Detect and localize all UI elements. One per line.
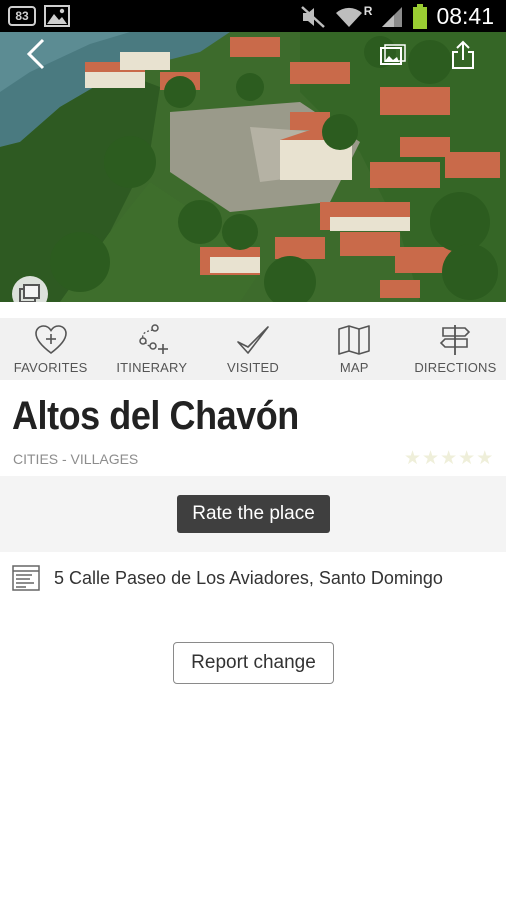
signal-bars-icon xyxy=(382,6,403,27)
rating-stars: ★ ★ ★ ★ ★ xyxy=(404,448,493,468)
address-text: 5 Calle Paseo de Los Aviadores, Santo Do… xyxy=(54,567,443,588)
star-1-icon: ★ xyxy=(404,447,422,469)
place-title: Altos del Chavón xyxy=(12,394,299,438)
route-plus-icon xyxy=(139,324,168,354)
hero-scene xyxy=(0,32,506,302)
action-bar: FAVORITES ITINERARY VISITED MAP DIRECTIO… xyxy=(0,318,506,380)
hero-photo[interactable] xyxy=(0,32,506,302)
address-row[interactable]: 5 Calle Paseo de Los Aviadores, Santo Do… xyxy=(12,565,443,591)
picture-icon xyxy=(44,5,70,27)
battery-icon xyxy=(413,3,428,29)
photos-stack-icon xyxy=(19,284,40,302)
rate-section: Rate the place xyxy=(0,476,506,552)
wifi-icon xyxy=(335,7,362,27)
rate-place-button[interactable]: Rate the place xyxy=(177,495,330,533)
itinerary-button[interactable]: ITINERARY xyxy=(101,318,202,380)
mute-icon xyxy=(300,5,325,28)
directions-button[interactable]: DIRECTIONS xyxy=(405,318,506,380)
map-icon xyxy=(338,325,371,355)
report-change-button[interactable]: Report change xyxy=(173,642,334,684)
star-4-icon: ★ xyxy=(458,447,476,469)
star-2-icon: ★ xyxy=(422,447,440,469)
directions-label: DIRECTIONS xyxy=(414,360,497,375)
roaming-indicator: R xyxy=(363,3,373,18)
gallery-icon xyxy=(380,44,406,65)
itinerary-label: ITINERARY xyxy=(116,360,188,375)
chat-bubble-icon: 83 xyxy=(8,6,36,26)
place-category: CITIES - VILLAGES xyxy=(13,451,139,467)
share-icon xyxy=(452,40,474,69)
map-button[interactable]: MAP xyxy=(304,318,405,380)
star-5-icon: ★ xyxy=(476,447,494,469)
notification-count: 83 xyxy=(15,9,29,23)
visited-button[interactable]: VISITED xyxy=(202,318,303,380)
favorites-button[interactable]: FAVORITES xyxy=(0,318,101,380)
heart-plus-icon xyxy=(34,325,67,355)
visited-label: VISITED xyxy=(227,360,279,375)
status-bar: 83 R 08:41 xyxy=(0,0,506,32)
star-3-icon: ★ xyxy=(440,447,458,469)
signpost-icon xyxy=(440,325,471,355)
gallery-button[interactable] xyxy=(378,40,408,70)
favorites-label: FAVORITES xyxy=(13,360,88,375)
share-button[interactable] xyxy=(448,38,478,72)
clock: 08:41 xyxy=(436,3,494,29)
map-label: MAP xyxy=(339,360,369,375)
address-card-icon xyxy=(12,565,40,591)
checkmark-icon xyxy=(237,326,269,354)
back-button[interactable] xyxy=(18,36,54,72)
chevron-left-icon xyxy=(26,38,45,70)
